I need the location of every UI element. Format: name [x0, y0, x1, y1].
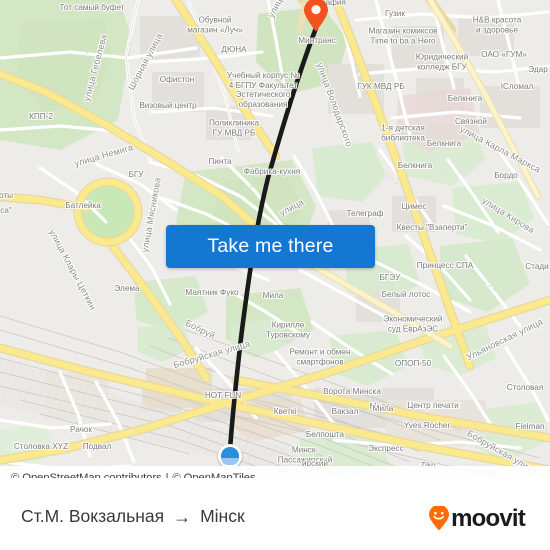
footer-bar: Ст.М. Вокзальная → Мінск moovit: [0, 490, 550, 550]
attribution-separator: |: [165, 472, 169, 478]
location-dot-inner: [221, 447, 239, 465]
route-origin: Ст.М. Вокзальная: [21, 506, 165, 526]
map-attribution: © OpenStreetMap contributors | © OpenMap…: [0, 466, 550, 478]
arrow-right-icon: →: [173, 506, 192, 527]
take-me-there-button[interactable]: Take me there: [166, 225, 375, 268]
attribution-tiles[interactable]: © OpenMapTiles: [172, 472, 255, 478]
route-destination: Мінск: [200, 506, 245, 526]
map-canvas[interactable]: Тот самый буфет улица Гебелева Шорная улиц…: [0, 0, 550, 478]
moovit-pin-icon: [428, 504, 450, 531]
attribution-osm[interactable]: © OpenStreetMap contributors: [11, 472, 162, 478]
moovit-map-screenshot: Тот самый буфет улица Гебелева Шорная улиц…: [0, 0, 550, 550]
route-summary: Ст.М. Вокзальная → Мінск: [21, 506, 245, 527]
moovit-wordmark: moovit: [451, 504, 526, 532]
moovit-logo[interactable]: moovit: [428, 504, 526, 532]
location-dot-icon[interactable]: [218, 444, 242, 468]
